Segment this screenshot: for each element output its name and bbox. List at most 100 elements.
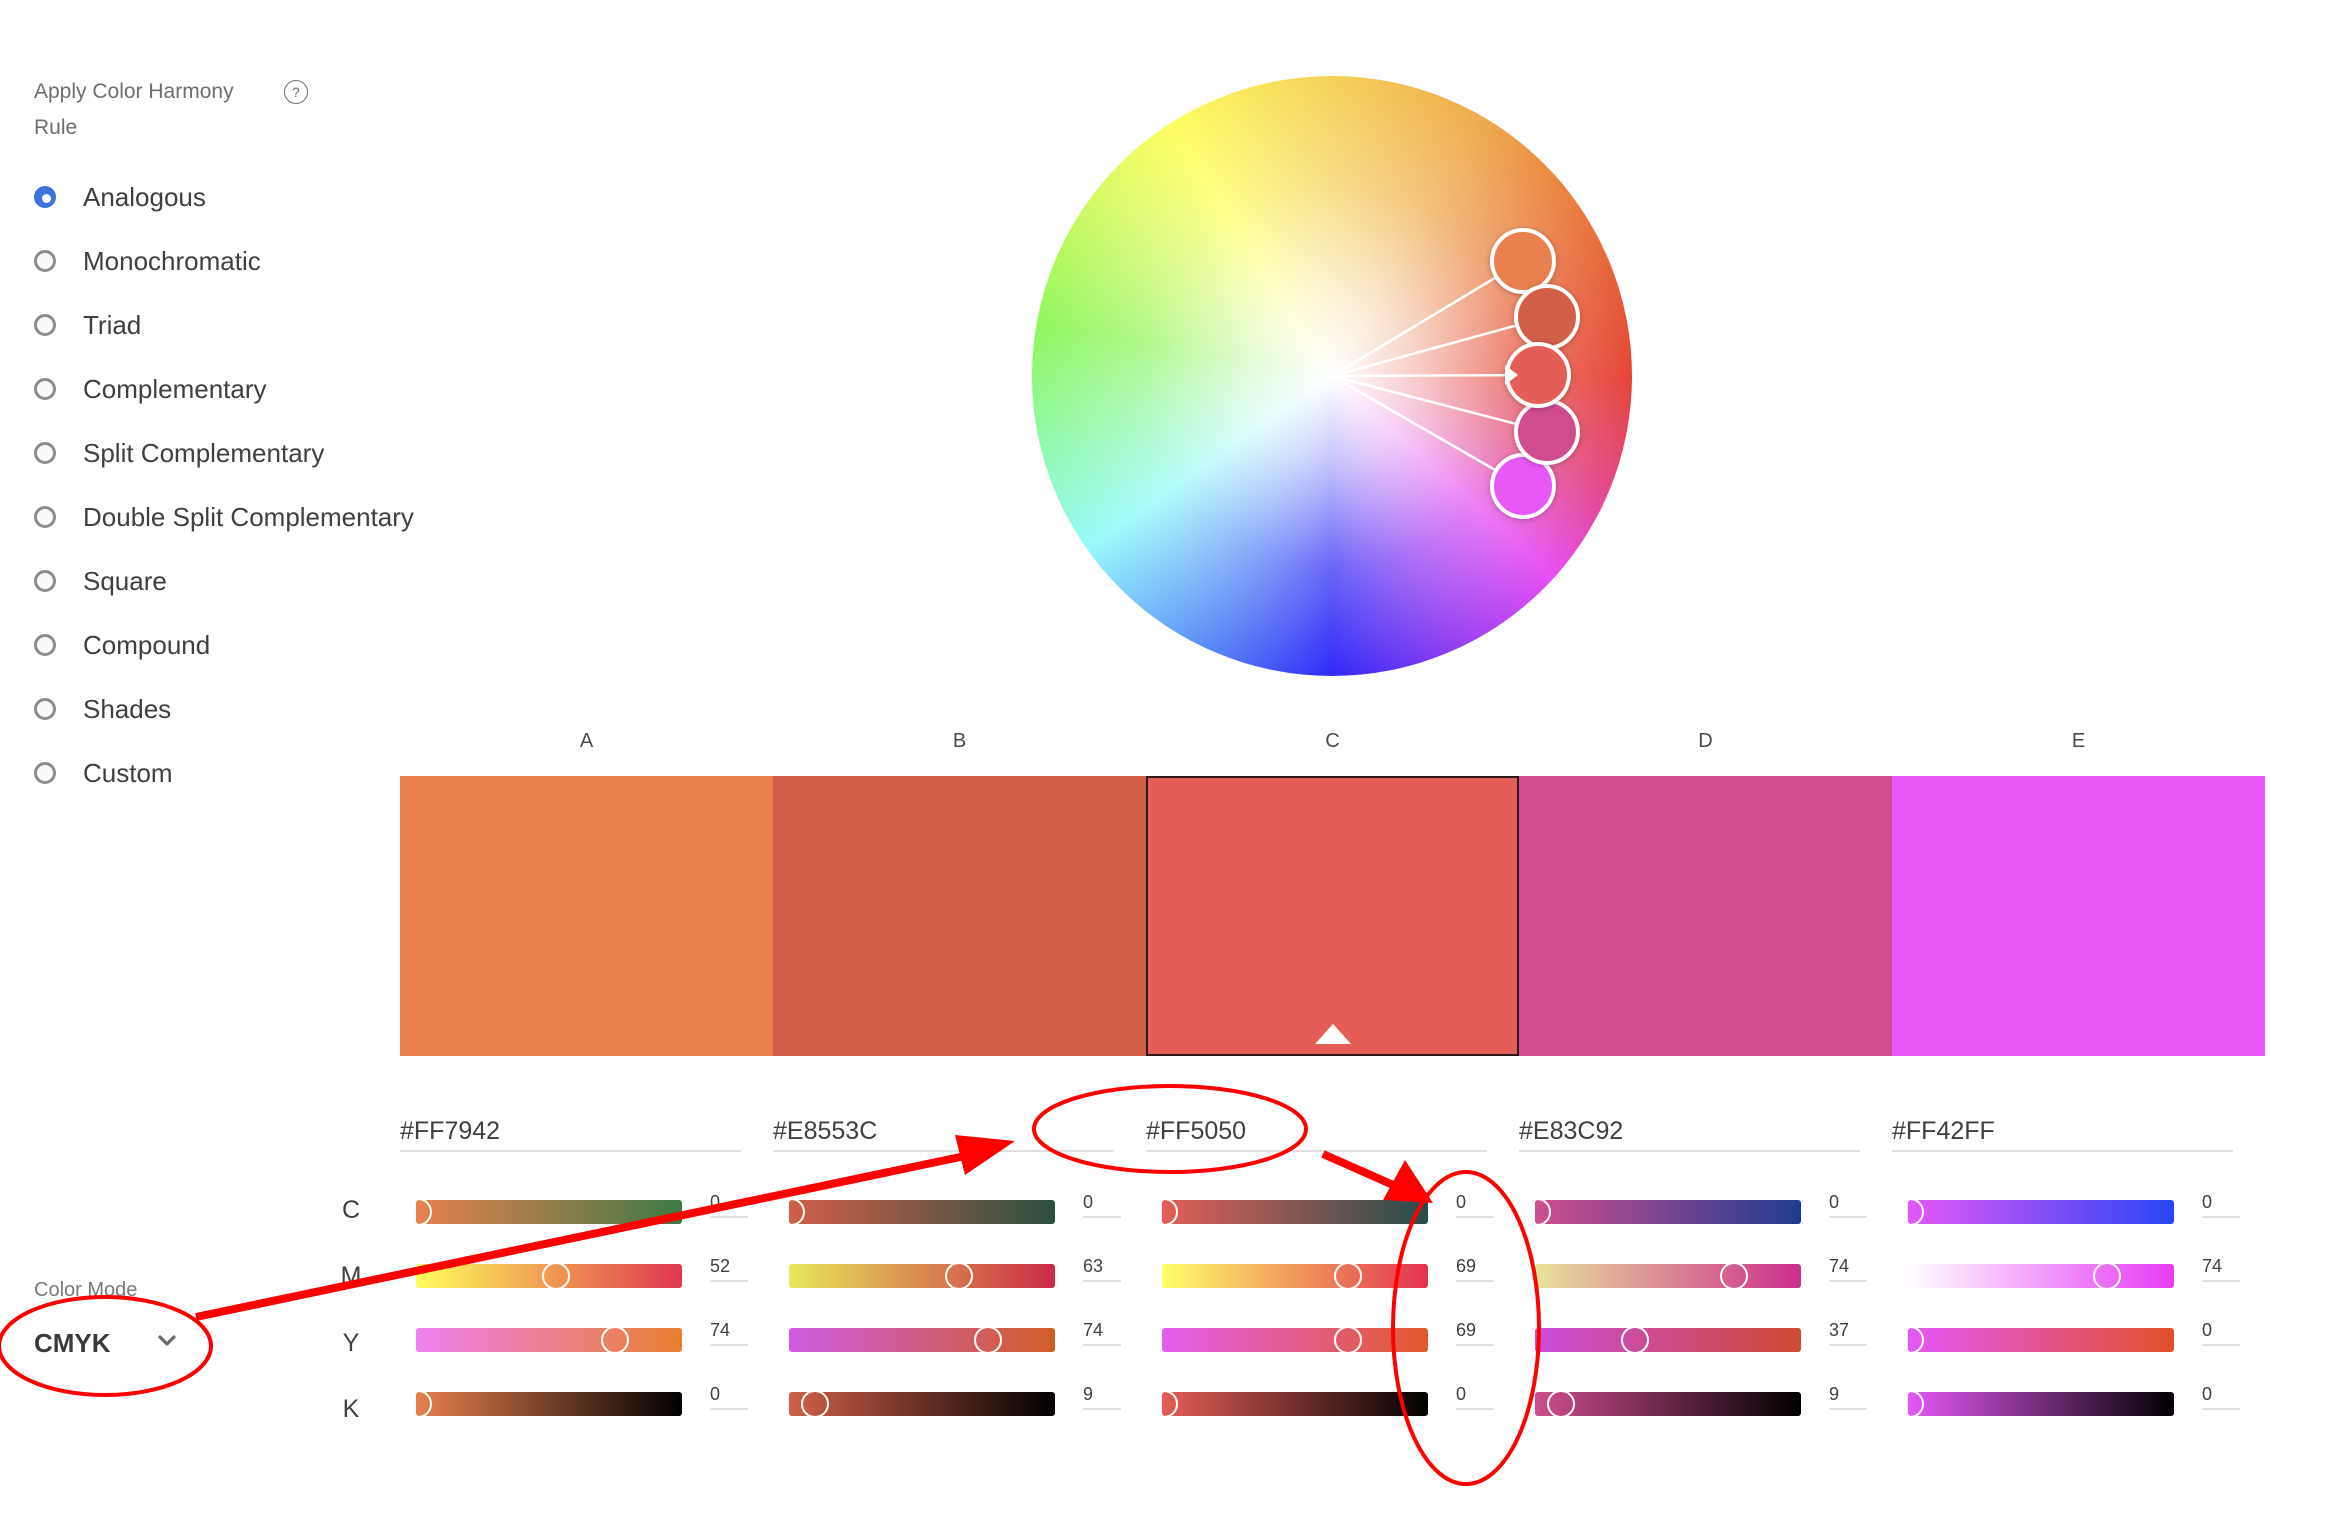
- question-circle-icon[interactable]: ?: [284, 80, 308, 104]
- slider-thumb[interactable]: [1621, 1326, 1650, 1354]
- slider-k-b[interactable]: [789, 1390, 1055, 1418]
- harmony-option-shades[interactable]: Shades: [34, 689, 171, 729]
- slider-k-d[interactable]: [1535, 1390, 1801, 1418]
- color-swatch-a[interactable]: [400, 776, 773, 1056]
- slider-c-e[interactable]: [1896, 1198, 2174, 1226]
- wheel-handle-c[interactable]: [1505, 342, 1571, 408]
- harmony-option-compound[interactable]: Compound: [34, 625, 210, 665]
- slider-m-d[interactable]: [1535, 1262, 1801, 1290]
- value-input-k-a[interactable]: [710, 1380, 748, 1410]
- slider-thumb[interactable]: [1896, 1326, 1924, 1354]
- harmony-option-custom[interactable]: Custom: [34, 753, 173, 793]
- slider-thumb[interactable]: [404, 1198, 432, 1226]
- slider-thumb[interactable]: [1150, 1198, 1178, 1226]
- hex-input-b[interactable]: [773, 1112, 1114, 1152]
- color-swatch-d[interactable]: [1519, 776, 1892, 1056]
- value-input-k-c[interactable]: [1456, 1380, 1494, 1410]
- radio-button[interactable]: [34, 570, 56, 592]
- wheel-handle-a[interactable]: [1490, 228, 1556, 294]
- slider-thumb[interactable]: [800, 1390, 829, 1418]
- slider-thumb[interactable]: [1896, 1198, 1924, 1226]
- slider-thumb[interactable]: [944, 1262, 973, 1290]
- radio-button[interactable]: [34, 378, 56, 400]
- wheel-handle-b[interactable]: [1514, 284, 1580, 350]
- slider-c-a[interactable]: [404, 1198, 682, 1226]
- value-input-c-a[interactable]: [710, 1188, 748, 1218]
- color-swatch-b[interactable]: [773, 776, 1146, 1056]
- value-input-m-e[interactable]: [2202, 1252, 2240, 1282]
- slider-y-d[interactable]: [1535, 1326, 1801, 1354]
- value-input-c-b[interactable]: [1083, 1188, 1121, 1218]
- harmony-option-square[interactable]: Square: [34, 561, 167, 601]
- value-input-y-d[interactable]: [1829, 1316, 1867, 1346]
- slider-thumb[interactable]: [1896, 1390, 1924, 1418]
- annotation-arrowhead-icon: [1383, 1160, 1433, 1203]
- slider-thumb[interactable]: [600, 1326, 629, 1354]
- value-input-y-a[interactable]: [710, 1316, 748, 1346]
- color-mode-dropdown[interactable]: CMYK: [34, 1322, 184, 1364]
- radio-button[interactable]: [34, 506, 56, 528]
- value-input-m-b[interactable]: [1083, 1252, 1121, 1282]
- slider-y-e[interactable]: [1896, 1326, 2174, 1354]
- value-input-c-e[interactable]: [2202, 1188, 2240, 1218]
- harmony-option-complementary[interactable]: Complementary: [34, 369, 267, 409]
- harmony-option-analogous[interactable]: Analogous: [34, 177, 206, 217]
- radio-button[interactable]: [34, 186, 56, 208]
- slider-y-c[interactable]: [1162, 1326, 1428, 1354]
- value-input-k-b[interactable]: [1083, 1380, 1121, 1410]
- radio-button[interactable]: [34, 442, 56, 464]
- value-input-m-a[interactable]: [710, 1252, 748, 1282]
- slider-thumb[interactable]: [2092, 1262, 2121, 1290]
- hex-input-e[interactable]: [1892, 1112, 2233, 1152]
- color-wheel-handles: [1331, 228, 1580, 519]
- hex-input-d[interactable]: [1519, 1112, 1860, 1152]
- slider-thumb[interactable]: [404, 1390, 432, 1418]
- slider-thumb[interactable]: [542, 1262, 571, 1290]
- value-input-m-c[interactable]: [1456, 1252, 1494, 1282]
- slider-c-b[interactable]: [777, 1198, 1055, 1226]
- value-input-c-c[interactable]: [1456, 1188, 1494, 1218]
- value-input-k-d[interactable]: [1829, 1380, 1867, 1410]
- radio-label: Split Complementary: [83, 437, 325, 468]
- color-swatch-e[interactable]: [1892, 776, 2265, 1056]
- value-input-m-d[interactable]: [1829, 1252, 1867, 1282]
- value-input-k-e[interactable]: [2202, 1380, 2240, 1410]
- radio-button[interactable]: [34, 634, 56, 656]
- harmony-option-monochromatic[interactable]: Monochromatic: [34, 241, 261, 281]
- value-input-y-c[interactable]: [1456, 1316, 1494, 1346]
- slider-m-a[interactable]: [416, 1262, 682, 1290]
- slider-c-d[interactable]: [1523, 1198, 1801, 1226]
- slider-y-a[interactable]: [416, 1326, 682, 1354]
- radio-button[interactable]: [34, 250, 56, 272]
- slider-thumb[interactable]: [1523, 1198, 1551, 1226]
- slider-m-b[interactable]: [789, 1262, 1055, 1290]
- value-input-y-e[interactable]: [2202, 1316, 2240, 1346]
- harmony-option-double-split-complementary[interactable]: Double Split Complementary: [34, 497, 414, 537]
- wheel-handle-d[interactable]: [1514, 399, 1580, 465]
- slider-thumb[interactable]: [1333, 1262, 1362, 1290]
- harmony-option-triad[interactable]: Triad: [34, 305, 141, 345]
- slider-thumb[interactable]: [973, 1326, 1002, 1354]
- slider-c-c[interactable]: [1150, 1198, 1428, 1226]
- radio-label: Square: [83, 565, 167, 596]
- slider-k-a[interactable]: [404, 1390, 682, 1418]
- slider-k-e[interactable]: [1896, 1390, 2174, 1418]
- slider-thumb[interactable]: [1333, 1326, 1362, 1354]
- radio-button[interactable]: [34, 762, 56, 784]
- hex-input-a[interactable]: [400, 1112, 741, 1152]
- color-swatch-c[interactable]: [1146, 776, 1519, 1056]
- slider-m-e[interactable]: [1908, 1262, 2174, 1290]
- radio-button[interactable]: [34, 698, 56, 720]
- slider-k-c[interactable]: [1150, 1390, 1428, 1418]
- hex-input-c[interactable]: [1146, 1112, 1487, 1152]
- slider-thumb[interactable]: [1546, 1390, 1575, 1418]
- slider-thumb[interactable]: [1719, 1262, 1748, 1290]
- harmony-option-split-complementary[interactable]: Split Complementary: [34, 433, 324, 473]
- value-input-y-b[interactable]: [1083, 1316, 1121, 1346]
- radio-button[interactable]: [34, 314, 56, 336]
- slider-thumb[interactable]: [1150, 1390, 1178, 1418]
- slider-m-c[interactable]: [1162, 1262, 1428, 1290]
- slider-thumb[interactable]: [777, 1198, 805, 1226]
- slider-y-b[interactable]: [789, 1326, 1055, 1354]
- value-input-c-d[interactable]: [1829, 1188, 1867, 1218]
